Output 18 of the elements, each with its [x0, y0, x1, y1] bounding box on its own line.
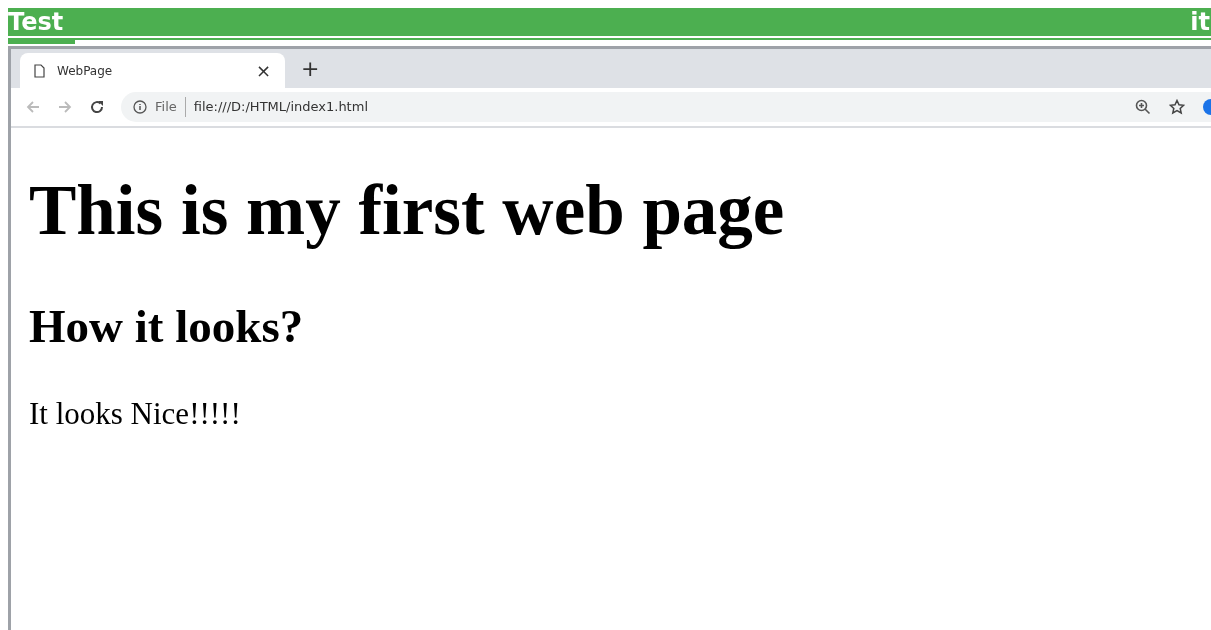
zoom-icon[interactable] [1135, 99, 1151, 115]
info-icon[interactable] [133, 100, 147, 114]
new-tab-button[interactable]: + [301, 58, 320, 80]
address-bar[interactable]: File file:///D:/HTML/index1.html [121, 92, 1211, 122]
reload-icon[interactable] [89, 99, 105, 115]
url-text: file:///D:/HTML/index1.html [193, 98, 368, 117]
tab-label: WebPage [57, 62, 114, 80]
browser-tab[interactable]: WebPage × [20, 53, 285, 88]
profile-icon[interactable] [1203, 99, 1211, 115]
close-tab-button[interactable]: × [255, 61, 271, 80]
star-icon[interactable] [1169, 99, 1185, 115]
header-title: Test [8, 8, 64, 36]
page-subheading: How it looks? [29, 299, 305, 354]
page-icon [34, 63, 45, 78]
scheme-label: File [155, 97, 186, 117]
page-paragraph: It looks Nice!!!!! [29, 396, 242, 432]
header-text: it [1190, 8, 1211, 36]
page-heading: This is my first web page [29, 170, 786, 251]
